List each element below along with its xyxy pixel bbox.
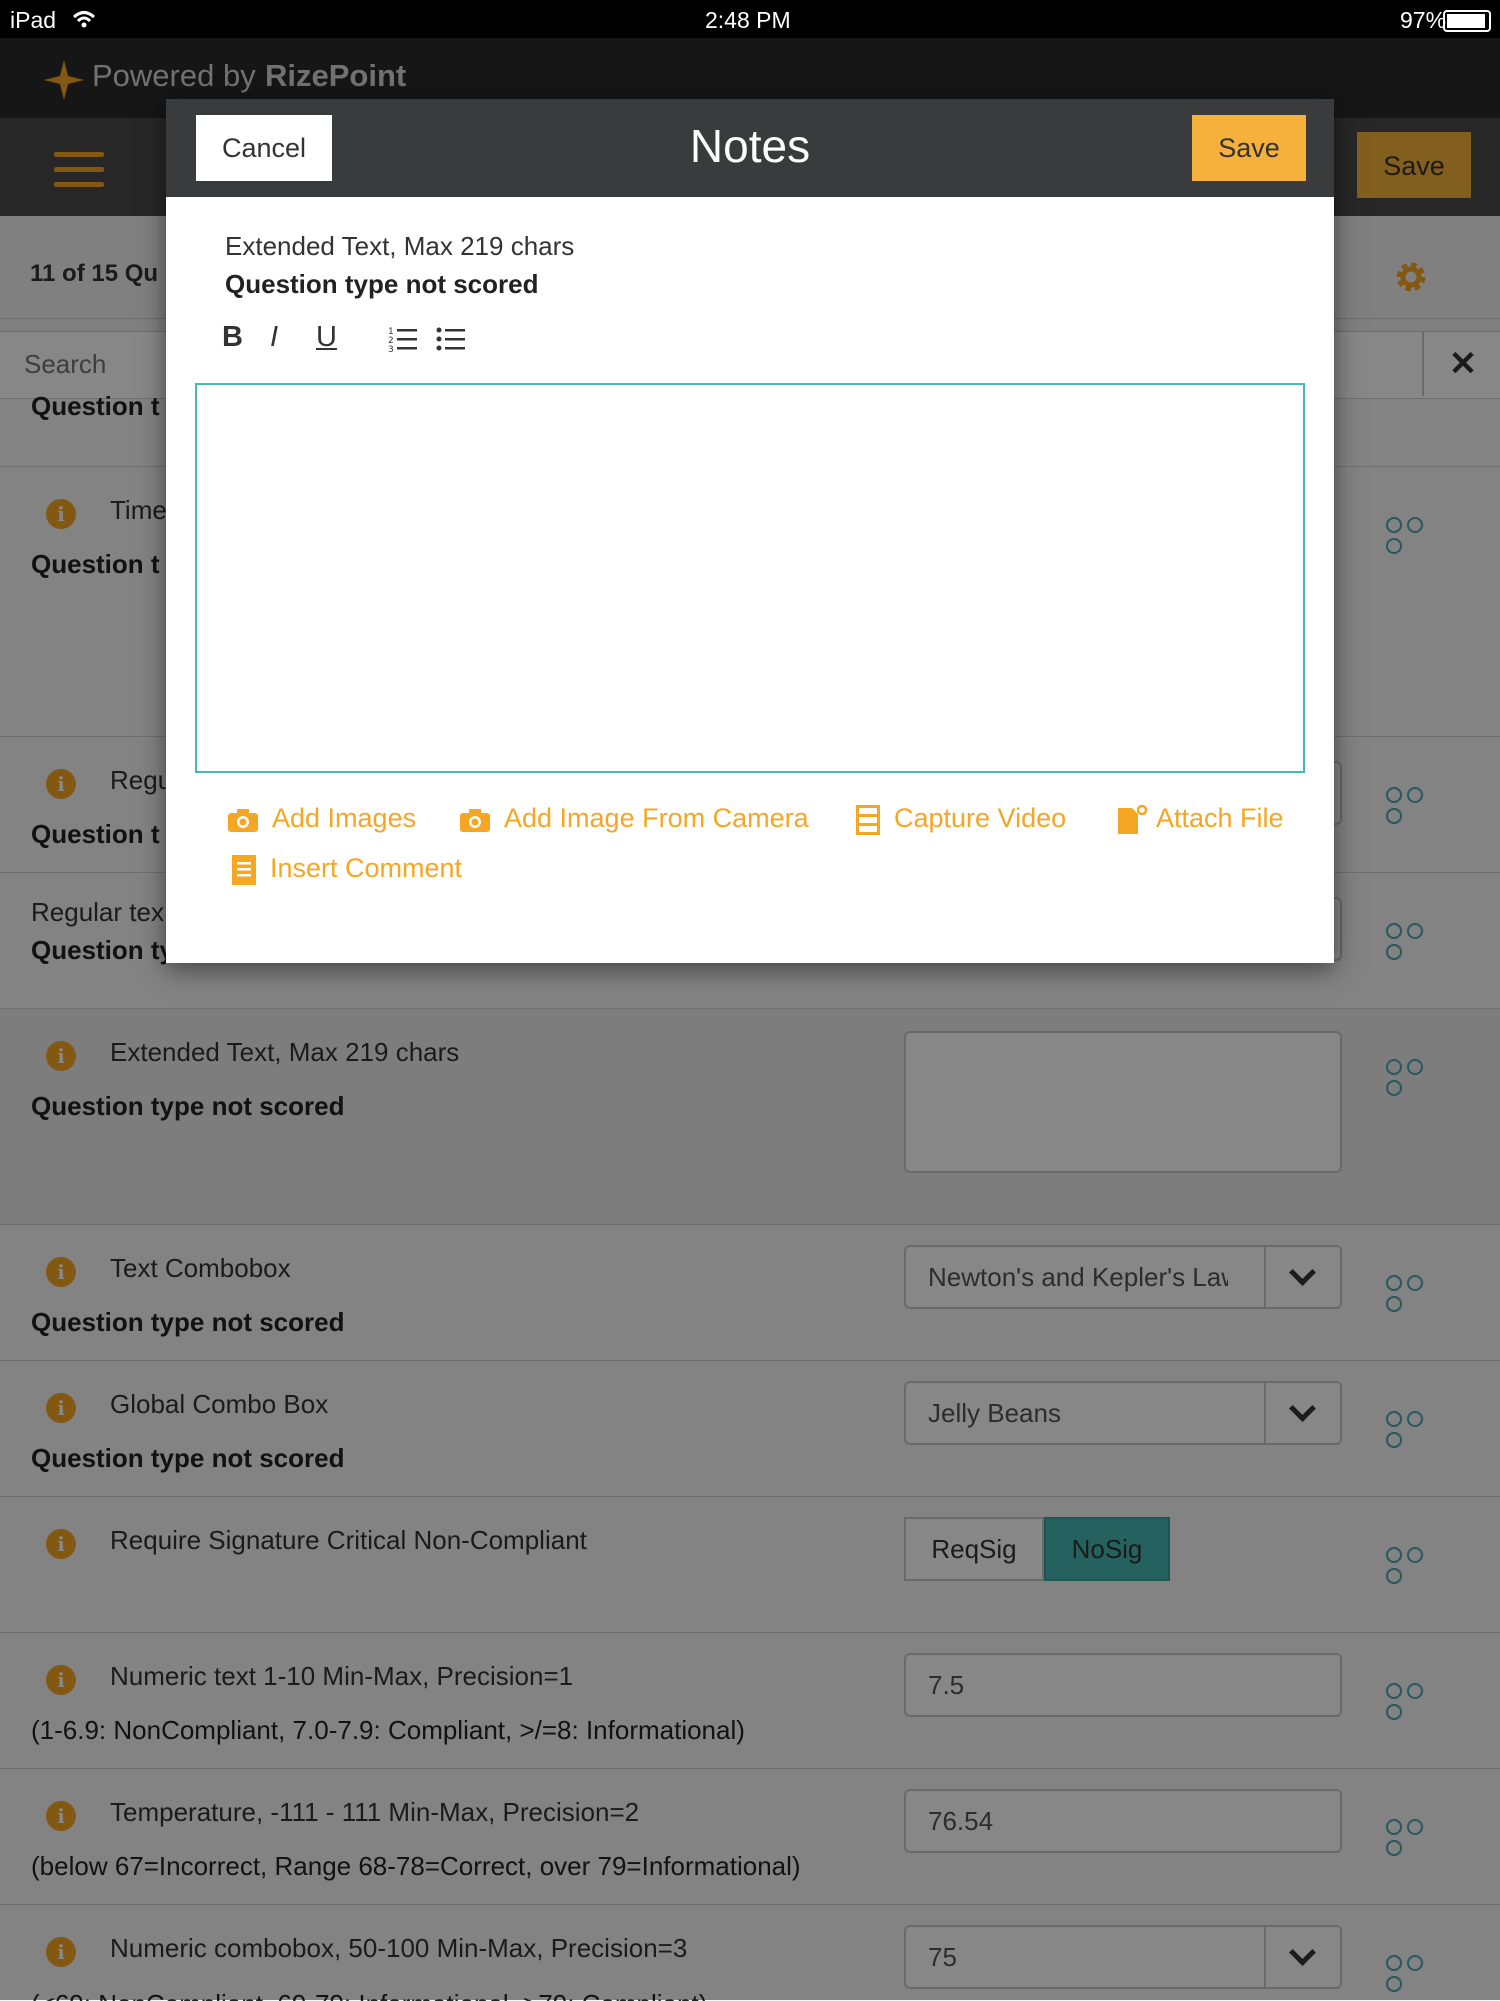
battery-percent: 97% — [1400, 7, 1447, 33]
modal-header: Cancel Notes Save — [166, 99, 1334, 197]
numbered-list-icon[interactable]: 1 2 3 — [388, 325, 418, 353]
insert-comment-label: Insert Comment — [270, 853, 463, 883]
notes-modal: Cancel Notes Save Extended Text, Max 219… — [166, 99, 1334, 963]
add-image-from-camera-link[interactable]: Add Image From Camera — [460, 803, 809, 834]
underline-button[interactable]: U — [316, 321, 337, 354]
save-button[interactable]: Save — [1192, 115, 1306, 181]
device-label: iPad — [10, 7, 57, 33]
modal-title: Notes — [689, 120, 811, 172]
svg-text:3: 3 — [388, 345, 394, 353]
italic-button[interactable]: I — [270, 321, 278, 354]
film-icon — [856, 804, 880, 835]
attach-file-icon — [1118, 804, 1148, 834]
attach-file-link[interactable]: Attach File — [1116, 803, 1284, 836]
add-images-link[interactable]: Add Images — [228, 803, 416, 834]
camera-icon — [228, 808, 258, 832]
insert-comment-link[interactable]: Insert Comment — [228, 853, 462, 885]
status-bar: iPad 2:48 PM 97% — [0, 0, 1500, 38]
add-image-from-camera-label: Add Image From Camera — [504, 803, 809, 833]
notes-editor[interactable] — [195, 383, 1305, 773]
modal-question-label: Extended Text, Max 219 chars — [225, 231, 575, 261]
capture-video-link[interactable]: Capture Video — [856, 803, 1066, 835]
comment-icon — [232, 854, 256, 885]
modal-scoring-label: Question type not scored — [225, 269, 539, 299]
capture-video-label: Capture Video — [894, 803, 1067, 833]
wifi-icon — [72, 11, 96, 28]
bullet-list-icon[interactable] — [436, 325, 466, 353]
add-images-label: Add Images — [272, 803, 417, 833]
camera-icon — [460, 808, 490, 832]
clock: 2:48 PM — [705, 7, 791, 33]
battery-icon — [1443, 10, 1491, 32]
attach-file-label: Attach File — [1156, 803, 1284, 833]
bold-button[interactable]: B — [222, 321, 243, 354]
